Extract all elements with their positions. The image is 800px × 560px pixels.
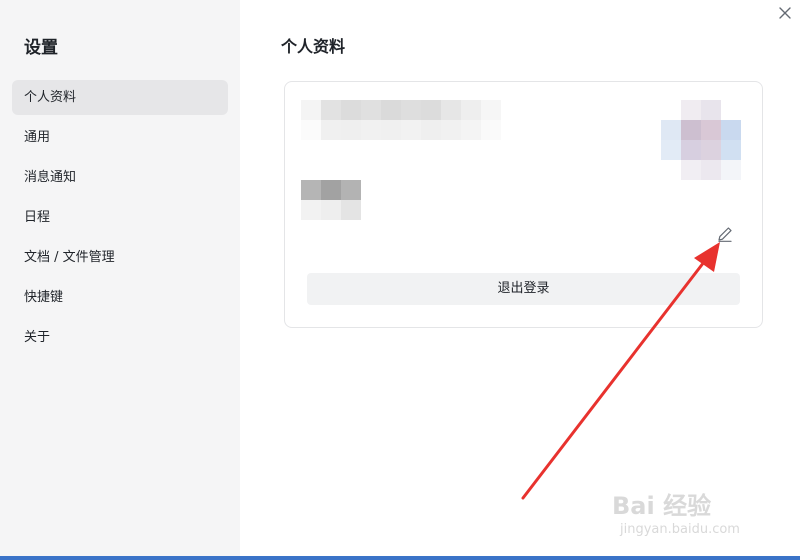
close-icon: [779, 7, 791, 19]
page-title: 个人资料: [281, 37, 346, 56]
id-pixelated: [301, 180, 361, 220]
watermark-text: Bai 经验: [612, 492, 712, 520]
nav-item-general[interactable]: 通用: [12, 120, 228, 155]
nav-item-profile[interactable]: 个人资料: [12, 80, 228, 115]
edit-profile-button[interactable]: [714, 223, 736, 245]
nav-item-calendar[interactable]: 日程: [12, 200, 228, 235]
nav-item-docs-files[interactable]: 文档 / 文件管理: [12, 240, 228, 275]
window-bottom-edge: [0, 556, 800, 560]
profile-card: 退出登录: [284, 81, 763, 328]
nav-item-notifications[interactable]: 消息通知: [12, 160, 228, 195]
nav-item-about[interactable]: 关于: [12, 320, 228, 355]
close-button[interactable]: [774, 2, 796, 24]
settings-sidebar: 设置 个人资料 通用 消息通知 日程 文档 / 文件管理 快捷键 关于: [0, 0, 240, 560]
logout-button[interactable]: 退出登录: [307, 273, 740, 305]
name-pixelated: [301, 100, 501, 140]
watermark-url: jingyan.baidu.com: [620, 522, 740, 537]
nav-item-shortcuts[interactable]: 快捷键: [12, 280, 228, 315]
sidebar-title: 设置: [24, 38, 58, 58]
baidu-watermark: Bai 经验 jingyan.baidu.com: [612, 486, 762, 548]
settings-nav: 个人资料 通用 消息通知 日程 文档 / 文件管理 快捷键 关于: [12, 80, 228, 360]
avatar: [661, 100, 741, 180]
pencil-icon: [718, 227, 732, 242]
